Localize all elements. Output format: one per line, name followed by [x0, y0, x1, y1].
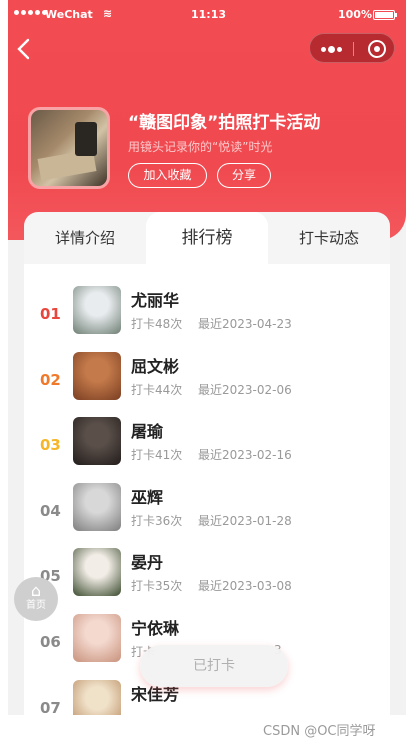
avatar[interactable] [73, 614, 121, 662]
user-name: 晏丹 [131, 553, 164, 572]
tab-checkin-feed[interactable]: 打卡动态 [268, 212, 390, 264]
ranking-row[interactable]: 04 巫辉打卡36次 最近2023-01-28 [24, 482, 390, 542]
close-mini-program-button[interactable] [368, 40, 386, 58]
carrier-name: WeChat [45, 8, 93, 21]
more-button[interactable] [310, 34, 353, 64]
status-time: 11:13 [191, 8, 227, 21]
mini-program-capsule [309, 33, 395, 63]
tab-details[interactable]: 详情介绍 [24, 212, 146, 264]
add-favorite-button[interactable]: 加入收藏 [128, 163, 207, 188]
rank-number: 04 [40, 502, 61, 520]
rank-number: 07 [40, 699, 61, 715]
rank-number: 02 [40, 371, 61, 389]
back-button[interactable] [16, 38, 44, 66]
last-checkin-date: 最近2023-04-23 [198, 317, 292, 331]
phone-screen: WeChat ≋ 11:13 100% “赣图印象”拍照打卡活动 用镜头记录你的… [8, 0, 406, 715]
home-icon: ⌂ [30, 581, 42, 600]
home-button[interactable]: ⌂ 首页 [14, 577, 58, 621]
ranking-row[interactable]: 03 屠瑜打卡41次 最近2023-02-16 [24, 416, 390, 476]
share-button[interactable]: 分享 [217, 163, 271, 188]
wifi-icon: ≋ [103, 7, 113, 20]
user-name: 尤丽华 [131, 291, 180, 310]
activity-subtitle: 用镜头记录你的“悦读”时光 [128, 140, 273, 154]
capsule-divider [353, 42, 354, 56]
signal-icon [14, 10, 47, 15]
last-checkin-date: 最近2023-03-08 [198, 579, 292, 593]
battery-icon [373, 10, 397, 20]
home-label: 首页 [26, 600, 46, 611]
checkin-count: 打卡36次 [131, 514, 183, 528]
user-name: 屈文彬 [131, 357, 180, 376]
user-name: 巫辉 [131, 488, 164, 507]
checkin-count: 打卡41次 [131, 448, 183, 462]
user-name: 屠瑜 [131, 422, 164, 441]
avatar[interactable] [73, 417, 121, 465]
activity-cover-image [28, 107, 110, 189]
ranking-row[interactable]: 02 屈文彬打卡44次 最近2023-02-06 [24, 351, 390, 411]
user-name: 宁依琳 [131, 619, 180, 638]
checkin-count: 打卡35次 [131, 579, 183, 593]
last-checkin-date: 最近2023-01-28 [198, 514, 292, 528]
rank-number: 01 [40, 305, 61, 323]
tab-ranking[interactable]: 排行榜 [146, 212, 268, 264]
checkin-count: 打卡44次 [131, 383, 183, 397]
last-checkin-date: 最近2023-02-06 [198, 383, 292, 397]
avatar[interactable] [73, 286, 121, 334]
avatar[interactable] [73, 548, 121, 596]
activity-title: “赣图印象”拍照打卡活动 [128, 113, 321, 133]
last-checkin-date: 最近2023-02-16 [198, 448, 292, 462]
avatar[interactable] [73, 680, 121, 715]
checked-in-button[interactable]: 已打卡 [140, 645, 288, 687]
status-bar: WeChat ≋ 11:13 100% [8, 0, 406, 26]
battery-percent: 100% [338, 8, 372, 21]
avatar[interactable] [73, 483, 121, 531]
checkin-count: 打卡48次 [131, 317, 183, 331]
rank-number: 06 [40, 633, 61, 651]
avatar[interactable] [73, 352, 121, 400]
chevron-left-icon [17, 38, 30, 60]
watermark: CSDN @OC同学呀 [263, 724, 376, 739]
ranking-row[interactable]: 05 晏丹 打卡35次 最近2023-03-08 [24, 547, 390, 607]
ranking-row[interactable]: 01 尤丽华打卡48次 最近2023-04-23 [24, 285, 390, 345]
tab-bar: 详情介绍 排行榜 打卡动态 [24, 212, 390, 264]
rank-number: 03 [40, 436, 61, 454]
